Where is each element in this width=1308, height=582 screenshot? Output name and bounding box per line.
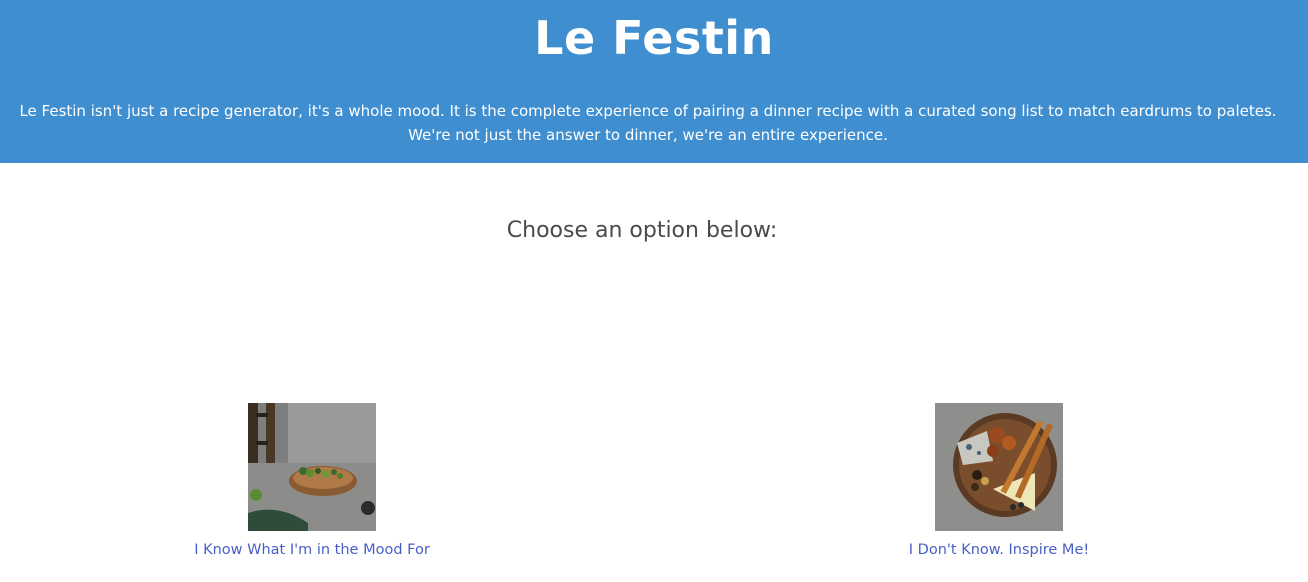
choose-option-prompt: Choose an option below: — [506, 218, 778, 243]
inspire-me-link[interactable]: I Don't Know. Inspire Me! — [837, 540, 1161, 560]
charcuterie-board-photo[interactable] — [935, 403, 1063, 531]
inspire-me-option[interactable]: I Don't Know. Inspire Me! — [837, 403, 1161, 560]
mood-known-option[interactable]: I Know What I'm in the Mood For — [150, 403, 474, 560]
mood-known-link[interactable]: I Know What I'm in the Mood For — [150, 540, 474, 560]
site-header: Le Festin Le Festin isn't just a recipe … — [0, 0, 1308, 163]
plated-food-photo[interactable] — [248, 403, 376, 531]
site-title: Le Festin — [534, 11, 774, 65]
site-description: Le Festin isn't just a recipe generator,… — [19, 102, 1277, 144]
